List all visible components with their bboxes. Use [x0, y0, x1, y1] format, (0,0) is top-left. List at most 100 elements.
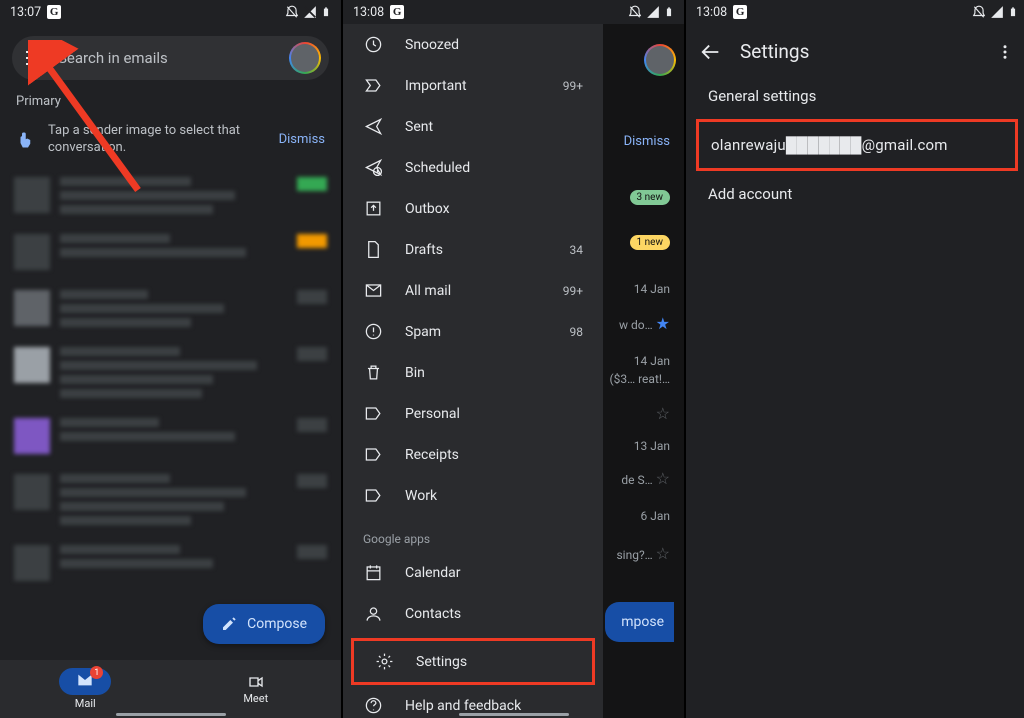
schedule-icon: [363, 158, 383, 177]
drawer-label: Bin: [405, 365, 425, 381]
drawer-item-sent[interactable]: Sent: [343, 106, 603, 147]
drawer-scrim[interactable]: Dismiss 3 new 1 new 14 Jan w do… ★ 14 Ja…: [603, 24, 684, 718]
label-icon: [363, 486, 383, 505]
drawer-item-important[interactable]: Important99+: [343, 65, 603, 106]
nav-mail-label: Mail: [75, 697, 96, 710]
drawer-section: Google apps: [343, 516, 603, 552]
contacts-icon: [363, 604, 383, 623]
highlight-account: olanrewaju███████@gmail.com: [696, 119, 1018, 171]
drawer-item-snoozed[interactable]: Snoozed: [343, 24, 603, 65]
compose-label: Compose: [247, 616, 307, 632]
star-icon[interactable]: ☆: [656, 404, 670, 423]
settings-icon: [374, 652, 394, 671]
label-icon: [363, 404, 383, 423]
bottom-nav: 1 Mail Meet: [0, 660, 341, 718]
date: 6 Jan: [641, 509, 671, 523]
drawer-label: All mail: [405, 283, 451, 299]
list-item[interactable]: [12, 224, 329, 280]
google-icon: G: [390, 5, 404, 19]
signal-icon: [646, 5, 660, 19]
label-icon: [363, 445, 383, 464]
tip-banner: Tap a sender image to select that conver…: [0, 113, 341, 167]
battery-icon: [1008, 5, 1018, 19]
highlight-settings: Settings: [351, 638, 595, 685]
drawer-label: Personal: [405, 406, 460, 422]
list-item[interactable]: [12, 337, 329, 408]
category-tab[interactable]: Primary: [0, 80, 341, 113]
spam-icon: [363, 322, 383, 341]
drawer-item-drafts[interactable]: Drafts 34: [343, 229, 603, 270]
send-icon: [363, 117, 383, 136]
drawer-item-receipts[interactable]: Receipts: [343, 434, 603, 475]
video-icon: [246, 674, 266, 690]
drawer-count: 99+: [563, 284, 583, 298]
drafts-icon: [363, 240, 383, 259]
account-avatar[interactable]: [644, 44, 676, 76]
nav-drawer: SnoozedImportant99+SentScheduledOutboxDr…: [343, 24, 603, 718]
list-item[interactable]: [12, 408, 329, 464]
settings-add-account[interactable]: Add account: [686, 171, 1024, 217]
list-item[interactable]: [12, 464, 329, 535]
pane-drawer: 13:08G Dismiss 3 new 1 new 14 Jan w do… …: [343, 0, 686, 718]
nav-mail[interactable]: 1 Mail: [0, 660, 171, 718]
drawer-item-work[interactable]: Work: [343, 475, 603, 516]
tip-text: Tap a sender image to select that conver…: [48, 123, 265, 157]
drawer-settings[interactable]: Settings: [354, 641, 592, 682]
tip-dismiss[interactable]: Dismiss: [279, 132, 325, 147]
clock: 13:08: [696, 5, 727, 20]
drawer-app-calendar[interactable]: Calendar: [343, 552, 603, 593]
compose-peek[interactable]: mpose: [605, 602, 674, 642]
drawer-label: Snoozed: [405, 37, 459, 53]
nav-meet-label: Meet: [243, 692, 268, 705]
calendar-icon: [363, 563, 383, 582]
menu-icon[interactable]: [26, 51, 44, 65]
drawer-count: 98: [570, 325, 584, 339]
drawer-label: Calendar: [405, 565, 461, 581]
settings-account[interactable]: olanrewaju███████@gmail.com: [699, 122, 1015, 168]
tip-dismiss[interactable]: Dismiss: [624, 134, 670, 149]
drawer-label: Contacts: [405, 606, 461, 622]
important-icon: [363, 76, 383, 95]
list-item[interactable]: [12, 535, 329, 591]
search-bar[interactable]: Search in emails: [12, 36, 329, 80]
nav-meet[interactable]: Meet: [171, 660, 342, 718]
pane-inbox: 13:07G Search in emails Primary Tap a se…: [0, 0, 343, 718]
settings-general[interactable]: General settings: [686, 73, 1024, 119]
chip-new: 3 new: [630, 189, 670, 203]
drawer-label: Settings: [416, 654, 467, 670]
email-list[interactable]: [0, 167, 341, 591]
snippet: w do… ★: [619, 314, 670, 333]
drawer-label: Drafts: [405, 242, 443, 258]
bin-icon: [363, 363, 383, 382]
nav-handle[interactable]: [459, 713, 569, 716]
drawer-item-personal[interactable]: Personal: [343, 393, 603, 434]
settings-appbar: Settings: [686, 24, 1024, 73]
drawer-item-all-mail[interactable]: All mail 99+: [343, 270, 603, 311]
pane-settings: 13:08G Settings General settings olanrew…: [686, 0, 1024, 718]
settings-title: Settings: [740, 40, 809, 63]
allmail-icon: [363, 281, 383, 300]
list-item[interactable]: [12, 280, 329, 337]
status-bar: 13:07G: [0, 0, 341, 24]
pencil-icon: [221, 616, 237, 632]
overflow-icon[interactable]: [996, 43, 1014, 61]
snippet: de S… ☆: [621, 469, 670, 488]
drawer-count: 34: [570, 243, 584, 257]
nav-handle[interactable]: [116, 713, 226, 716]
list-item[interactable]: [12, 167, 329, 224]
drawer-app-contacts[interactable]: Contacts: [343, 593, 603, 634]
drawer-item-bin[interactable]: Bin: [343, 352, 603, 393]
chip-new: 1 new: [630, 234, 670, 248]
touch-icon: [16, 131, 34, 149]
back-icon[interactable]: [700, 41, 722, 63]
account-avatar[interactable]: [289, 42, 321, 74]
drawer-label: Work: [405, 488, 437, 504]
drawer-item-scheduled[interactable]: Scheduled: [343, 147, 603, 188]
drawer-item-outbox[interactable]: Outbox: [343, 188, 603, 229]
signal-icon: [990, 5, 1004, 19]
clock-icon: [363, 35, 383, 54]
compose-button[interactable]: Compose: [203, 604, 325, 644]
date: 14 Jan: [634, 282, 670, 296]
date: 13 Jan: [634, 439, 670, 453]
drawer-item-spam[interactable]: Spam98: [343, 311, 603, 352]
